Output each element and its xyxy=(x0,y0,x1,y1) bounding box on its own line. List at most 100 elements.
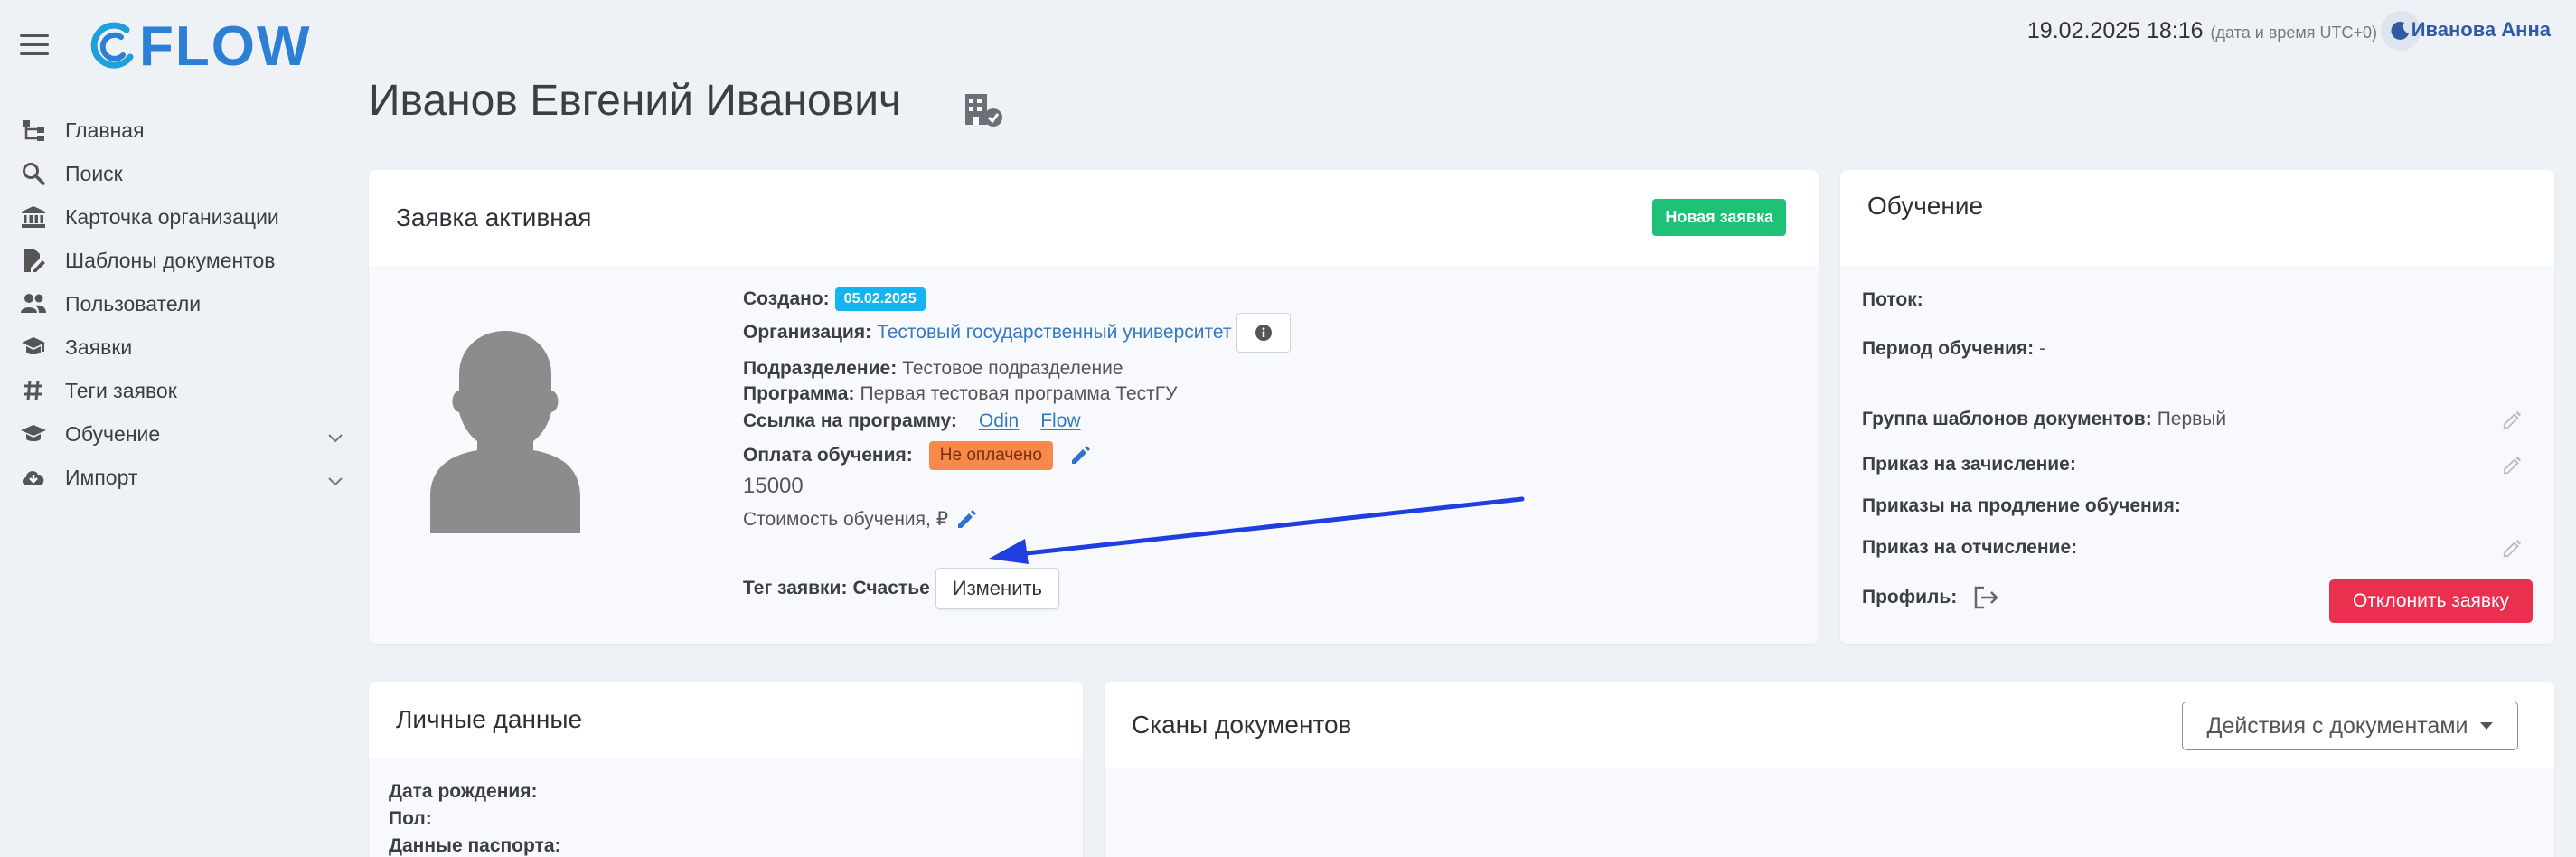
personal-card-header: Личные данные xyxy=(369,682,1083,758)
document-actions-dropdown[interactable]: Действия с документами xyxy=(2182,702,2518,750)
sidebar-item-label: Шаблоны документов xyxy=(65,248,276,272)
created-date-badge: 05.02.2025 xyxy=(834,287,926,311)
building-check-icon xyxy=(964,92,1007,133)
pencil-icon[interactable] xyxy=(2502,410,2522,435)
personal-heading: Личные данные xyxy=(396,705,583,733)
change-tag-button[interactable]: Изменить xyxy=(935,568,1060,609)
tag-row: Тег заявки: Счастье Изменить xyxy=(743,568,1060,609)
sidebar: Главная Поиск Карточка организации Шабло… xyxy=(0,108,362,499)
menu-toggle-button[interactable] xyxy=(20,34,49,56)
enroll-order-label: Приказ на зачисление: xyxy=(1862,454,2076,475)
sidebar-item-users[interactable]: Пользователи xyxy=(0,282,362,325)
bank-icon xyxy=(20,203,47,231)
sidebar-item-home[interactable]: Главная xyxy=(0,108,362,152)
graduation-cap-icon xyxy=(20,420,47,447)
template-group-label: Группа шаблонов документов: xyxy=(1862,409,2152,429)
tag-label: Тег заявки: xyxy=(743,578,848,598)
education-heading: Обучение xyxy=(1867,192,1984,220)
hashtag-icon xyxy=(20,377,47,404)
payment-row: Оплата обучения: Не оплачено xyxy=(743,441,1091,470)
passport-label: Данные паспорта: xyxy=(389,835,561,856)
hierarchy-icon xyxy=(20,117,47,144)
reject-application-button[interactable]: Отклонить заявку xyxy=(2328,579,2533,623)
scans-card-body xyxy=(1105,768,2554,857)
division-label: Подразделение: xyxy=(743,358,898,379)
stream-row: Поток: xyxy=(1862,289,1923,311)
organization-link[interactable]: Тестовый государственный университет xyxy=(877,322,1231,344)
tag-value: Счастье xyxy=(852,578,930,598)
extension-orders-label: Приказы на продление обучения: xyxy=(1862,495,2181,516)
search-icon xyxy=(20,160,47,187)
sidebar-item-organization[interactable]: Карточка организации xyxy=(0,195,362,239)
server-datetime: 19.02.2025 18:16 (дата и время UTC+0) xyxy=(2027,18,2377,45)
application-heading: Заявка активная xyxy=(396,203,592,231)
pencil-icon[interactable] xyxy=(1069,445,1091,466)
document-scans-card: Сканы документов Действия с документами xyxy=(1105,682,2554,857)
organization-info-button[interactable] xyxy=(1236,313,1292,353)
pencil-icon[interactable] xyxy=(2502,539,2522,563)
user-menu[interactable]: Иванова Анна xyxy=(2411,18,2551,42)
scans-heading: Сканы документов xyxy=(1132,711,1352,739)
sidebar-item-label: Карточка организации xyxy=(65,204,279,229)
application-card: Заявка активная Новая заявка Создано: 05… xyxy=(369,170,1819,644)
personal-data-card: Личные данные Дата рождения: Пол: Данные… xyxy=(369,682,1083,857)
period-value: - xyxy=(2039,338,2046,359)
logout-icon[interactable] xyxy=(1973,586,1999,609)
created-row: Создано: 05.02.2025 xyxy=(743,287,926,311)
app-logo[interactable]: FLOW xyxy=(87,14,312,78)
sidebar-item-education[interactable]: Обучение xyxy=(0,412,362,456)
stream-label: Поток: xyxy=(1862,289,1923,310)
hamburger-line xyxy=(20,43,49,46)
profile-row: Профиль: xyxy=(1862,586,1999,609)
sidebar-item-search[interactable]: Поиск xyxy=(0,152,362,195)
logo-swirl-icon xyxy=(90,22,134,69)
template-group-value: Первый xyxy=(2157,409,2227,429)
sidebar-item-import[interactable]: Импорт xyxy=(0,456,362,499)
sidebar-item-label: Импорт xyxy=(65,465,138,489)
users-icon xyxy=(20,290,47,317)
annotation-arrow xyxy=(989,496,1525,564)
info-icon xyxy=(1255,325,1273,341)
graduation-icon xyxy=(20,334,47,361)
sidebar-item-label: Заявки xyxy=(65,334,133,359)
payment-label: Оплата обучения: xyxy=(743,445,913,466)
created-label: Создано: xyxy=(743,288,830,309)
logo-text: FLOW xyxy=(139,14,312,78)
template-group-row: Группа шаблонов документов: Первый xyxy=(1862,409,2226,430)
education-card-header: Обучение xyxy=(1840,170,2554,246)
program-value: Первая тестовая программа ТестГУ xyxy=(860,383,1178,404)
enroll-order-row: Приказ на зачисление: xyxy=(1862,454,2076,476)
payment-status-badge: Не оплачено xyxy=(928,441,1053,470)
cost-label: Стоимость обучения, ₽ xyxy=(743,509,949,530)
profile-label: Профиль: xyxy=(1862,587,1958,607)
sidebar-item-label: Главная xyxy=(65,118,145,142)
program-link-flow[interactable]: Flow xyxy=(1040,410,1080,432)
program-link-row: Ссылка на программу: Odin Flow xyxy=(743,410,1081,432)
cloud-download-icon xyxy=(20,464,47,491)
sidebar-item-tags[interactable]: Теги заявок xyxy=(0,369,362,412)
sidebar-item-label: Теги заявок xyxy=(65,378,177,402)
application-card-header: Заявка активная xyxy=(369,170,1819,266)
sidebar-item-label: Обучение xyxy=(65,421,161,446)
gender-label: Пол: xyxy=(389,808,432,829)
avatar xyxy=(428,327,582,535)
file-edit-icon xyxy=(20,247,47,274)
sidebar-item-templates[interactable]: Шаблоны документов xyxy=(0,239,362,282)
extension-orders-row: Приказы на продление обучения: xyxy=(1862,495,2181,517)
program-row: Программа: Первая тестовая программа Тес… xyxy=(743,383,1177,405)
cost-row: Стоимость обучения, ₽ xyxy=(743,508,977,531)
organization-row: Организация: Тестовый государственный ун… xyxy=(743,313,1292,353)
division-row: Подразделение: Тестовое подразделение xyxy=(743,358,1123,380)
hamburger-line xyxy=(20,34,49,37)
sidebar-item-label: Пользователи xyxy=(65,291,202,315)
status-badge: Новая заявка xyxy=(1652,199,1786,236)
program-link-odin[interactable]: Odin xyxy=(979,410,1019,432)
pencil-icon[interactable] xyxy=(2502,456,2522,480)
program-link-label: Ссылка на программу: xyxy=(743,410,957,431)
sidebar-item-applications[interactable]: Заявки xyxy=(0,325,362,369)
organization-label: Организация: xyxy=(743,322,872,343)
cost-amount: 15000 xyxy=(743,474,804,498)
document-actions-label: Действия с документами xyxy=(2206,712,2468,739)
period-label: Период обучения: xyxy=(1862,338,2035,359)
page-title: Иванов Евгений Иванович xyxy=(369,77,902,125)
